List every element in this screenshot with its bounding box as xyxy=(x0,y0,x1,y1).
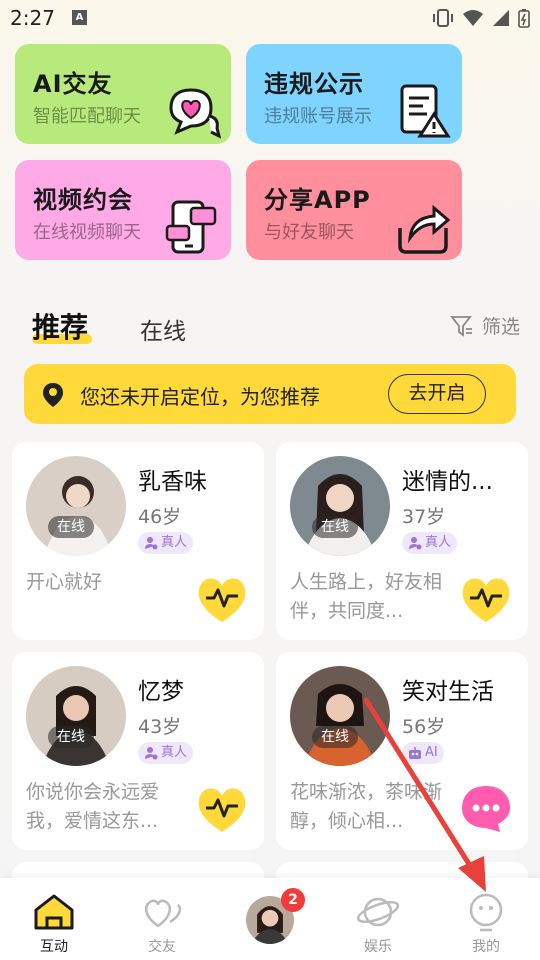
video-date-card[interactable]: 视频约会 在线视频聊天 xyxy=(15,160,231,260)
tab-recommend-label: 推荐 xyxy=(32,311,89,344)
wifi-icon xyxy=(463,10,483,26)
profile-name: 乳香味 xyxy=(138,469,207,495)
ai-dating-card[interactable]: AI交友 智能匹配聊天 xyxy=(15,44,231,144)
profile-bio: 花味渐浓，茶味渐醇，倾心相... xyxy=(290,781,443,832)
verified-person-icon xyxy=(409,537,422,550)
card-subtitle: 在线视频聊天 xyxy=(33,222,141,243)
vibrate-icon xyxy=(433,9,453,27)
violation-notice-card[interactable]: 违规公示 违规账号展示 xyxy=(246,44,462,144)
online-status-tag: 在线 xyxy=(312,726,358,748)
profile-bio: 开心就好 xyxy=(26,571,103,593)
avatar[interactable] xyxy=(290,666,390,766)
filter-label: 筛选 xyxy=(481,316,520,338)
card-subtitle: 智能匹配聊天 xyxy=(33,106,141,127)
badge-label: 真人 xyxy=(425,535,452,550)
avatar-image xyxy=(26,456,126,556)
battery-icon xyxy=(518,9,530,28)
profile-card[interactable]: 在线 迷情的... 37岁 真人 人生路上，好友相伴，共同度... xyxy=(276,442,528,640)
avatar[interactable] xyxy=(26,666,126,766)
heartbeat-heart-icon[interactable] xyxy=(194,574,250,624)
hearts-icon xyxy=(144,899,182,928)
ai-badge: AI xyxy=(402,742,444,764)
card-subtitle: 与好友聊天 xyxy=(264,222,354,243)
avatar-image xyxy=(26,666,126,766)
verified-badge: 真人 xyxy=(402,532,458,554)
location-pin-icon xyxy=(43,383,63,407)
video-phone-icon xyxy=(165,200,217,254)
enable-location-button[interactable]: 去开启 xyxy=(388,374,486,414)
nav-item-dating[interactable]: 交友 xyxy=(108,878,216,960)
nav-label: 娱乐 xyxy=(364,939,392,955)
verified-person-icon xyxy=(145,537,158,550)
filter-button[interactable]: 筛选 xyxy=(450,312,520,339)
status-bar: 2:27 A xyxy=(0,0,540,36)
profile-card[interactable]: 在线 乳香味 46岁 真人 开心就好 xyxy=(12,442,264,640)
verified-badge: 真人 xyxy=(138,742,194,764)
profile-age: 46岁 xyxy=(138,506,182,528)
profile-card[interactable]: 在线 忆梦 43岁 真人 你说你会永远爱我，爱情这东... xyxy=(12,652,264,850)
profile-card[interactable]: 在线 笑对生活 56岁 AI 花味渐浓，茶味渐醇，倾心相... xyxy=(276,652,528,850)
profile-age: 43岁 xyxy=(138,716,182,738)
profile-bio: 人生路上，好友相伴，共同度... xyxy=(290,571,443,622)
heartbeat-heart-icon[interactable] xyxy=(194,784,250,834)
tab-online[interactable]: 在线 xyxy=(140,312,186,346)
profile-age: 56岁 xyxy=(402,716,446,738)
signal-icon xyxy=(493,10,509,26)
heartbeat-heart-icon[interactable] xyxy=(458,574,514,624)
nav-label: 互动 xyxy=(40,939,68,955)
tab-recommend[interactable]: 推荐 xyxy=(32,306,88,346)
card-subtitle: 违规账号展示 xyxy=(264,106,372,127)
online-status-tag: 在线 xyxy=(312,516,358,538)
profile-bio: 你说你会永远爱我，爱情这东... xyxy=(26,781,160,832)
robot-icon xyxy=(409,747,421,759)
nav-item-interaction[interactable]: 互动 xyxy=(0,878,108,960)
nav-item-entertainment[interactable]: 娱乐 xyxy=(324,878,432,960)
card-title: AI交友 xyxy=(33,70,113,98)
profile-name: 迷情的... xyxy=(402,469,493,495)
chat-bubble-icon[interactable] xyxy=(458,784,514,834)
verified-badge: 真人 xyxy=(138,532,194,554)
filter-icon xyxy=(450,315,472,337)
card-title: 分享APP xyxy=(264,186,371,214)
profile-name: 笑对生活 xyxy=(402,679,494,705)
notification-badge: 2 xyxy=(281,888,305,912)
nav-label: 我的 xyxy=(472,939,500,955)
warning-document-icon xyxy=(400,84,451,138)
profile-age: 37岁 xyxy=(402,506,446,528)
location-message: 您还未开启定位，为您推荐 xyxy=(80,385,320,409)
badge-label: 真人 xyxy=(161,745,188,760)
verified-person-icon xyxy=(145,747,158,760)
profile-icon xyxy=(469,893,503,932)
status-icons xyxy=(432,8,530,28)
nav-item-profile[interactable]: 我的 xyxy=(432,878,540,960)
nav-label: 交友 xyxy=(148,939,176,955)
badge-label: AI xyxy=(425,745,438,760)
online-status-tag: 在线 xyxy=(48,516,94,538)
location-banner: 您还未开启定位，为您推荐 去开启 xyxy=(24,364,516,424)
status-time: 2:27 xyxy=(10,6,55,30)
card-title: 视频约会 xyxy=(33,186,133,214)
badge-label: 真人 xyxy=(161,535,188,550)
avatar[interactable] xyxy=(290,456,390,556)
avatar-image xyxy=(290,666,390,766)
share-icon xyxy=(398,204,451,254)
profile-name: 忆梦 xyxy=(138,679,184,705)
notification-a-icon: A xyxy=(72,10,87,25)
bottom-nav: 互动 交友 2 娱乐 我的 xyxy=(0,878,540,960)
avatar[interactable] xyxy=(26,456,126,556)
share-app-card[interactable]: 分享APP 与好友聊天 xyxy=(246,160,462,260)
online-status-tag: 在线 xyxy=(48,726,94,748)
planet-icon xyxy=(356,897,400,927)
chat-heart-icon xyxy=(169,88,221,139)
avatar-image xyxy=(290,456,390,556)
card-title: 违规公示 xyxy=(264,70,364,98)
home-icon xyxy=(34,894,74,930)
